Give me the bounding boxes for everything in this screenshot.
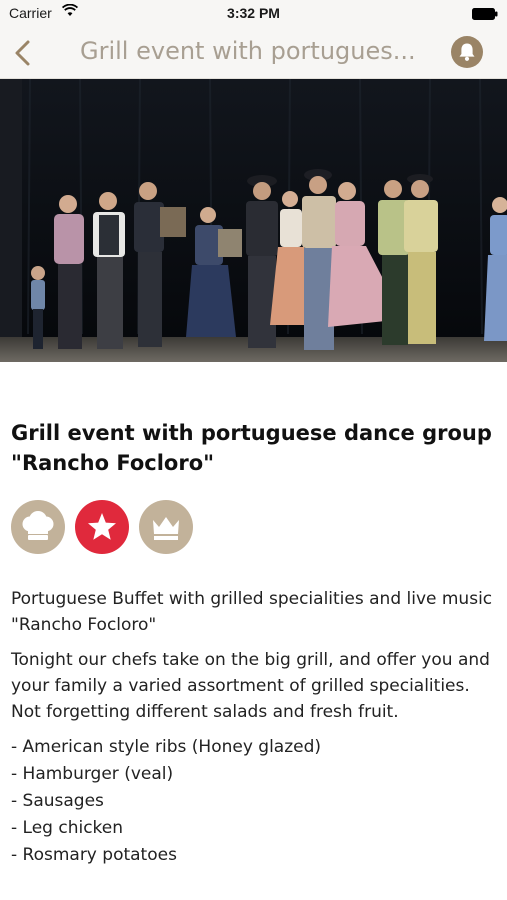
crown-icon	[153, 517, 179, 540]
star-icon	[88, 513, 116, 540]
bell-icon	[459, 43, 475, 61]
notifications-button[interactable]	[451, 36, 483, 68]
list-item: - Sausages	[11, 791, 104, 811]
event-description: Tonight our chefs take on the big grill,…	[11, 650, 490, 722]
chef-badge[interactable]	[11, 500, 65, 554]
navigation-bar: Grill event with portugues...	[0, 28, 507, 79]
premium-badge[interactable]	[139, 500, 193, 554]
list-item: - American style ribs (Honey glazed)	[11, 737, 322, 757]
list-item: - Leg chicken	[11, 818, 124, 838]
favorite-badge[interactable]	[75, 500, 129, 554]
chef-hat-icon	[22, 511, 54, 540]
menu-list: - American style ribs (Honey glazed) - H…	[11, 734, 496, 869]
list-item: - Hamburger (veal)	[11, 764, 174, 784]
status-bar: Carrier 3:32 PM	[0, 0, 507, 28]
event-subtitle: Portuguese Buffet with grilled specialit…	[11, 589, 493, 635]
status-time: 3:32 PM	[227, 5, 280, 21]
chevron-left-icon	[15, 40, 30, 66]
list-item: - Rosmary potatoes	[11, 845, 177, 865]
back-button[interactable]	[10, 38, 40, 68]
event-title: Grill event with portuguese dance group …	[11, 421, 492, 475]
battery-icon	[472, 7, 498, 20]
event-content: Grill event with portuguese dance group …	[11, 418, 496, 869]
nav-title: Grill event with portugues...	[80, 37, 416, 65]
hero-image	[0, 79, 507, 362]
badge-row	[11, 500, 496, 556]
